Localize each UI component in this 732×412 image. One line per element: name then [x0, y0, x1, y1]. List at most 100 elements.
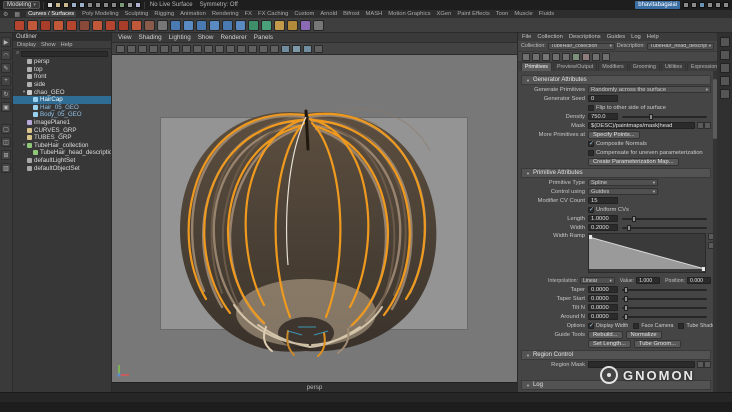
set-length-button[interactable]: Set Length...	[588, 339, 631, 348]
shelf-tab-menu-icon[interactable]: ▦	[14, 11, 20, 18]
detach-curves-icon[interactable]	[92, 19, 103, 31]
shelf-tab[interactable]: Fluids	[539, 11, 554, 17]
frame-all-icon[interactable]	[270, 44, 279, 53]
outliner-search-input[interactable]	[21, 50, 108, 57]
scale-tool-icon[interactable]: ▣	[1, 102, 11, 112]
clear-preview-icon[interactable]	[582, 52, 590, 61]
image-plane-icon[interactable]	[160, 44, 169, 53]
viewport-menu-item[interactable]: View	[118, 34, 132, 41]
loft-icon[interactable]	[261, 19, 272, 31]
face-camera-checkbox[interactable]	[633, 322, 640, 329]
undo-icon[interactable]	[70, 2, 77, 8]
gate-mask-icon[interactable]	[226, 44, 235, 53]
revolve-icon[interactable]	[248, 19, 259, 31]
arc-tool-icon[interactable]	[66, 19, 77, 31]
xgen-menu-item[interactable]: Collection	[537, 34, 562, 40]
delete-description-icon[interactable]	[562, 52, 570, 61]
lock-camera-icon[interactable]	[127, 44, 136, 53]
xgen-tab-icon[interactable]	[719, 89, 730, 99]
snap-projected-center-icon[interactable]	[110, 2, 117, 8]
collection-dropdown[interactable]: TubeHair_collection	[547, 42, 615, 50]
scene-new-icon[interactable]	[46, 2, 53, 8]
workspace-docking-icon[interactable]	[707, 2, 713, 8]
xgen-tab[interactable]: Preview/Output	[552, 62, 598, 71]
flip-checkbox[interactable]	[588, 104, 594, 111]
shelf-tab[interactable]: Curves / Surfaces	[26, 11, 77, 17]
viewport-menu-item[interactable]: Shading	[139, 34, 162, 41]
field-chart-icon[interactable]	[237, 44, 246, 53]
width-field[interactable]: 0.2000	[588, 224, 618, 231]
layout-single-pane-icon[interactable]: ▢	[1, 124, 11, 134]
outliner-row[interactable]: front	[13, 73, 111, 81]
tube-groom-button[interactable]: Tube Groom...	[633, 339, 682, 348]
length-field[interactable]: 1.0000	[588, 215, 618, 222]
viewport-menu-item[interactable]: Renderer	[220, 34, 246, 41]
xgen-menu-item[interactable]: Help	[647, 34, 659, 40]
nurbs-cone-icon[interactable]	[209, 19, 220, 31]
outliner-row[interactable]: persp	[13, 58, 111, 66]
shelf-tab[interactable]: Motion Graphics	[388, 11, 430, 17]
shelf-tab[interactable]: Animation	[180, 11, 206, 17]
shelf-tab[interactable]: Toon	[496, 11, 509, 17]
layout-outliner-pane-icon[interactable]: ▥	[1, 163, 11, 173]
shelf-tab[interactable]: Arnold	[320, 11, 337, 17]
xgen-menu-item[interactable]: Log	[631, 34, 641, 40]
tilt-n-field[interactable]: 0.0000	[588, 304, 618, 311]
workspace-selector[interactable]: Modeling	[3, 1, 40, 9]
bookmark-icon[interactable]	[149, 44, 158, 53]
outliner-row[interactable]: Body_05_GEO	[13, 111, 111, 119]
lit-mode-icon[interactable]	[314, 44, 323, 53]
shelf-gear-icon[interactable]: ⚙	[3, 11, 8, 18]
viewport-menu-item[interactable]: Show	[198, 34, 214, 41]
make-live-icon[interactable]	[118, 2, 125, 8]
nurbs-torus-icon[interactable]	[235, 19, 246, 31]
safe-action-icon[interactable]	[248, 44, 257, 53]
xgen-tab[interactable]: Expressions	[687, 62, 717, 71]
viewport-menu-item[interactable]: Panels	[254, 34, 273, 41]
select-tool-icon[interactable]: ▶	[1, 37, 11, 47]
snap-point-icon[interactable]	[102, 2, 109, 8]
generator-seed-field[interactable]: 0	[588, 95, 618, 102]
pencil-curve-tool-icon[interactable]	[53, 19, 64, 31]
taper-start-slider[interactable]	[622, 295, 707, 302]
snap-grid-icon[interactable]	[86, 2, 93, 8]
length-slider[interactable]	[622, 215, 707, 222]
export-collection-icon[interactable]	[532, 52, 540, 61]
xgen-menu-item[interactable]: File	[522, 34, 531, 40]
outliner-row[interactable]: TUBES_GRP	[13, 134, 111, 142]
resolution-gate-icon[interactable]	[215, 44, 224, 53]
primitive-type-dropdown[interactable]: Spline	[588, 179, 658, 186]
lasso-tool-icon[interactable]: ◠	[1, 50, 11, 60]
shaded-mode-icon[interactable]	[292, 44, 301, 53]
ramp-position-field[interactable]: 0.000	[687, 277, 711, 284]
render-current-frame-icon[interactable]	[134, 2, 141, 8]
modifier-cv-count-field[interactable]: 15	[588, 197, 618, 204]
extrude-icon[interactable]	[287, 19, 298, 31]
region-paint-icon[interactable]	[697, 361, 704, 368]
nurbs-sphere-icon[interactable]	[170, 19, 181, 31]
xgen-tab[interactable]: Modifiers	[598, 62, 628, 71]
taper-slider[interactable]	[622, 286, 707, 293]
film-gate-icon[interactable]	[204, 44, 213, 53]
insert-knot-icon[interactable]	[105, 19, 116, 31]
shelf-tab[interactable]: MASH	[366, 11, 383, 17]
xgen-tab[interactable]: Primitives	[521, 62, 552, 71]
density-slider[interactable]	[622, 113, 707, 120]
width-slider[interactable]	[622, 224, 707, 231]
width-ramp-editor[interactable]	[588, 233, 706, 273]
scene-save-icon[interactable]	[62, 2, 69, 8]
layout-four-pane-icon[interactable]: ⊞	[1, 150, 11, 160]
sidebar-tool-settings-icon[interactable]	[691, 2, 697, 8]
outliner-menu-item[interactable]: Display	[17, 42, 36, 48]
planar-icon[interactable]	[274, 19, 285, 31]
live-surface-indicator[interactable]: No Live Surface	[148, 2, 195, 8]
import-collection-icon[interactable]	[522, 52, 530, 61]
grease-pencil-icon[interactable]	[182, 44, 191, 53]
xgen-tab[interactable]: Grooming	[628, 62, 660, 71]
duplicate-description-icon[interactable]	[552, 52, 560, 61]
nurbs-cube-icon[interactable]	[183, 19, 194, 31]
uniform-cvs-checkbox[interactable]	[588, 206, 594, 213]
rebuild-button[interactable]: Rebuild...	[588, 330, 623, 339]
nurbs-plane-icon[interactable]	[222, 19, 233, 31]
generate-primitives-dropdown[interactable]: Randomly across the surface	[588, 86, 711, 93]
